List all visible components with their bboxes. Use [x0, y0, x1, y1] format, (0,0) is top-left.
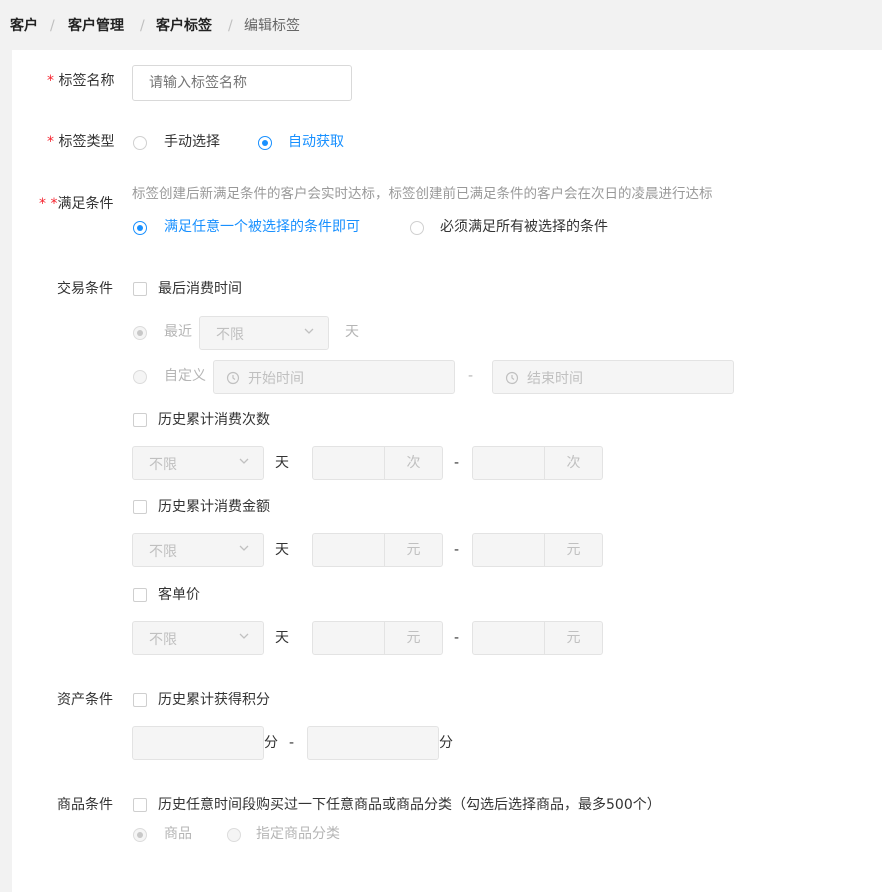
end-time-placeholder: 结束时间 [527, 371, 583, 387]
range-separator: - [468, 368, 474, 384]
points-min-input[interactable] [132, 726, 264, 760]
radio-goods-category-label[interactable]: 指定商品分类 [256, 824, 340, 844]
radio-auto[interactable] [258, 136, 272, 150]
tag-type-label-text: 标签类型 [58, 134, 115, 150]
trade-conditions-label: 交易条件 [57, 281, 113, 297]
breadcrumb-item-edit-tag: 编辑标签 [244, 18, 300, 34]
required-mark: * [47, 73, 54, 89]
recent-days-value: 不限 [216, 327, 244, 343]
checkbox-points[interactable] [133, 693, 147, 707]
radio-recent-label[interactable]: 最近 [164, 322, 192, 342]
start-time-placeholder: 开始时间 [248, 371, 304, 387]
breadcrumb-separator: / [228, 18, 233, 34]
consume-count-min-input[interactable]: 次 [312, 446, 443, 480]
unit-price-min-input[interactable]: 元 [312, 621, 443, 655]
radio-match-all-label[interactable]: 必须满足所有被选择的条件 [440, 217, 608, 237]
radio-match-all[interactable] [410, 221, 424, 235]
range-separator: - [454, 630, 460, 646]
points-max-unit: 分 [439, 735, 453, 751]
consume-count-label[interactable]: 历史累计消费次数 [158, 410, 270, 430]
form-panel: * 标签名称 * 标签类型 手动选择 自动获取 * *满足条件 标签创建后新满足… [12, 50, 882, 892]
consume-amount-min-input[interactable]: 元 [312, 533, 443, 567]
consume-count-days-value: 不限 [149, 457, 177, 473]
conditions-hint: 标签创建后新满足条件的客户会实时达标，标签创建前已满足条件的客户会在次日的凌晨进… [132, 186, 713, 202]
required-mark: * [47, 134, 54, 150]
unit-price-days-value: 不限 [149, 632, 177, 648]
clock-icon [505, 371, 519, 385]
end-time-input[interactable]: 结束时间 [492, 360, 734, 394]
points-label[interactable]: 历史累计获得积分 [158, 690, 270, 710]
unit-price-min-addon: 元 [384, 622, 442, 654]
radio-match-any-label[interactable]: 满足任意一个被选择的条件即可 [164, 217, 360, 237]
consume-amount-max-input[interactable]: 元 [472, 533, 603, 567]
checkbox-unit-price[interactable] [133, 588, 147, 602]
breadcrumb-item-customer-tags[interactable]: 客户标签 [156, 16, 212, 36]
radio-custom[interactable] [133, 370, 147, 384]
checkbox-goods-purchase[interactable] [133, 798, 147, 812]
goods-purchase-label[interactable]: 历史任意时间段购买过一下任意商品或商品分类（勾选后选择商品，最多500个） [158, 795, 661, 815]
radio-recent[interactable] [133, 326, 147, 340]
start-time-input[interactable]: 开始时间 [213, 360, 455, 394]
breadcrumb-separator: / [140, 18, 145, 34]
breadcrumb-item-customer[interactable]: 客户 [10, 16, 38, 36]
range-separator: - [454, 542, 460, 558]
radio-goods-category[interactable] [227, 828, 241, 842]
clock-icon [226, 371, 240, 385]
breadcrumb-item-customer-management[interactable]: 客户管理 [68, 16, 124, 36]
consume-amount-days-value: 不限 [149, 544, 177, 560]
required-mark: * * [39, 196, 58, 212]
goods-conditions-label: 商品条件 [57, 797, 113, 813]
consume-amount-days-select[interactable]: 不限 [132, 533, 264, 567]
radio-custom-label[interactable]: 自定义 [164, 366, 206, 386]
consume-count-day-unit: 天 [275, 455, 289, 471]
tag-name-label-text: 标签名称 [58, 73, 115, 89]
checkbox-last-consume[interactable] [133, 282, 147, 296]
breadcrumb-separator: / [50, 18, 55, 34]
points-max-input[interactable] [307, 726, 439, 760]
tag-name-input[interactable] [132, 65, 352, 101]
chevron-down-icon [239, 458, 249, 464]
range-separator: - [289, 735, 295, 751]
consume-count-min-addon: 次 [384, 447, 442, 479]
checkbox-consume-count[interactable] [133, 413, 147, 427]
radio-manual[interactable] [133, 136, 147, 150]
points-min-unit: 分 [264, 735, 278, 751]
consume-amount-max-addon: 元 [544, 534, 602, 566]
unit-price-label[interactable]: 客单价 [158, 585, 200, 605]
radio-goods-label[interactable]: 商品 [164, 824, 192, 844]
radio-goods[interactable] [133, 828, 147, 842]
recent-day-unit: 天 [345, 324, 359, 340]
chevron-down-icon [304, 328, 314, 334]
checkbox-consume-amount[interactable] [133, 500, 147, 514]
consume-count-max-input[interactable]: 次 [472, 446, 603, 480]
tag-type-label: * 标签类型 [47, 132, 114, 152]
asset-conditions-label: 资产条件 [57, 692, 113, 708]
chevron-down-icon [239, 545, 249, 551]
breadcrumb: 客户 / 客户管理 / 客户标签 / 编辑标签 [0, 0, 882, 50]
radio-match-any[interactable] [133, 221, 147, 235]
unit-price-max-addon: 元 [544, 622, 602, 654]
conditions-label: * *满足条件 [39, 194, 113, 214]
consume-amount-day-unit: 天 [275, 542, 289, 558]
consume-amount-min-addon: 元 [384, 534, 442, 566]
recent-days-select[interactable]: 不限 [199, 316, 329, 350]
last-consume-label[interactable]: 最后消费时间 [158, 279, 242, 299]
unit-price-max-input[interactable]: 元 [472, 621, 603, 655]
consume-count-days-select[interactable]: 不限 [132, 446, 264, 480]
unit-price-days-select[interactable]: 不限 [132, 621, 264, 655]
range-separator: - [454, 455, 460, 471]
radio-manual-label[interactable]: 手动选择 [164, 132, 220, 152]
chevron-down-icon [239, 633, 249, 639]
consume-count-max-addon: 次 [544, 447, 602, 479]
tag-name-label: * 标签名称 [47, 71, 114, 91]
conditions-label-text: 满足条件 [57, 196, 114, 212]
unit-price-day-unit: 天 [275, 630, 289, 646]
consume-amount-label[interactable]: 历史累计消费金额 [158, 497, 270, 517]
radio-auto-label[interactable]: 自动获取 [288, 132, 344, 152]
